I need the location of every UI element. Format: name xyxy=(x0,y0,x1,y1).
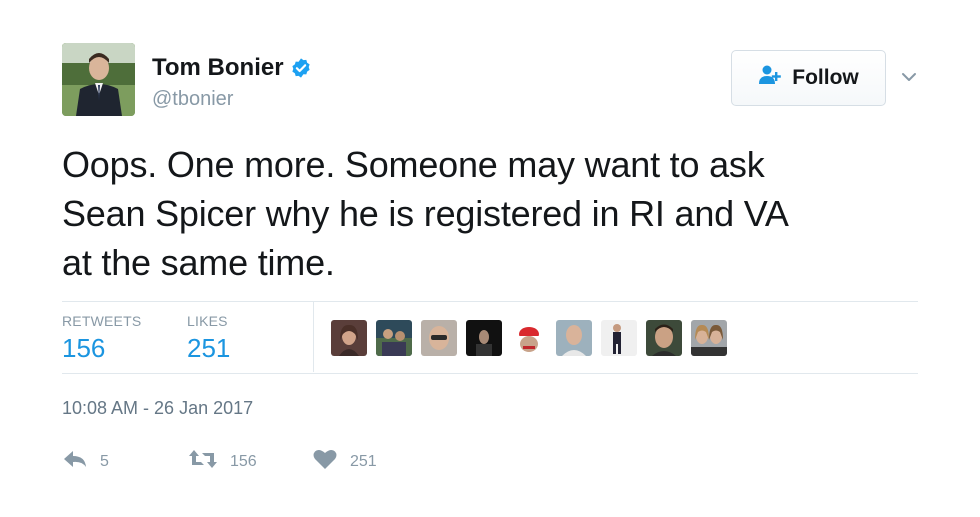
liker-avatar[interactable] xyxy=(331,320,367,356)
likes-label: LIKES xyxy=(187,313,228,329)
display-name-row[interactable]: Tom Bonier xyxy=(152,54,312,82)
likers-avatar-list xyxy=(331,320,727,356)
liker-avatar[interactable] xyxy=(646,320,682,356)
like-count: 251 xyxy=(350,452,377,470)
retweet-count: 156 xyxy=(230,452,257,470)
stats-vertical-divider xyxy=(313,302,314,372)
retweets-value: 156 xyxy=(62,333,106,363)
display-name[interactable]: Tom Bonier xyxy=(152,54,284,82)
liker-avatar[interactable] xyxy=(376,320,412,356)
profile-avatar[interactable] xyxy=(62,43,135,116)
liker-avatar[interactable] xyxy=(691,320,727,356)
tweet-timestamp[interactable]: 10:08 AM - 26 Jan 2017 xyxy=(62,398,253,419)
liker-avatar[interactable] xyxy=(421,320,457,356)
retweet-action[interactable]: 156 xyxy=(188,448,257,475)
retweet-icon xyxy=(188,448,218,475)
reply-action[interactable]: 5 xyxy=(62,448,109,475)
follow-button[interactable]: Follow xyxy=(731,50,886,106)
liker-avatar[interactable] xyxy=(466,320,502,356)
liker-avatar[interactable] xyxy=(511,320,547,356)
stats-top-divider xyxy=(62,301,918,302)
tweet-text-line: at the same time. xyxy=(62,242,335,283)
follow-user-plus-icon xyxy=(758,64,782,92)
tweet-text: Oops. One more. Someone may want to ask … xyxy=(62,140,922,287)
stats-bottom-divider xyxy=(62,373,918,374)
heart-icon xyxy=(312,448,338,475)
username[interactable]: @tbonier xyxy=(152,88,233,111)
retweets-label: RETWEETS xyxy=(62,313,142,329)
verified-badge-icon xyxy=(290,57,312,79)
retweets-stat[interactable]: RETWEETS 156 xyxy=(62,313,141,364)
tweet-text-line: Sean Spicer why he is registered in RI a… xyxy=(62,193,789,234)
like-action[interactable]: 251 xyxy=(312,448,377,475)
likes-value: 251 xyxy=(187,333,231,363)
follow-button-label: Follow xyxy=(792,66,859,89)
liker-avatar[interactable] xyxy=(556,320,592,356)
reply-count: 5 xyxy=(100,452,109,470)
liker-avatar[interactable] xyxy=(601,320,637,356)
tweet-text-line: Oops. One more. Someone may want to ask xyxy=(62,144,765,185)
chevron-down-icon[interactable] xyxy=(898,66,920,88)
reply-icon xyxy=(62,448,88,475)
likes-stat[interactable]: LIKES 251 xyxy=(187,313,230,364)
